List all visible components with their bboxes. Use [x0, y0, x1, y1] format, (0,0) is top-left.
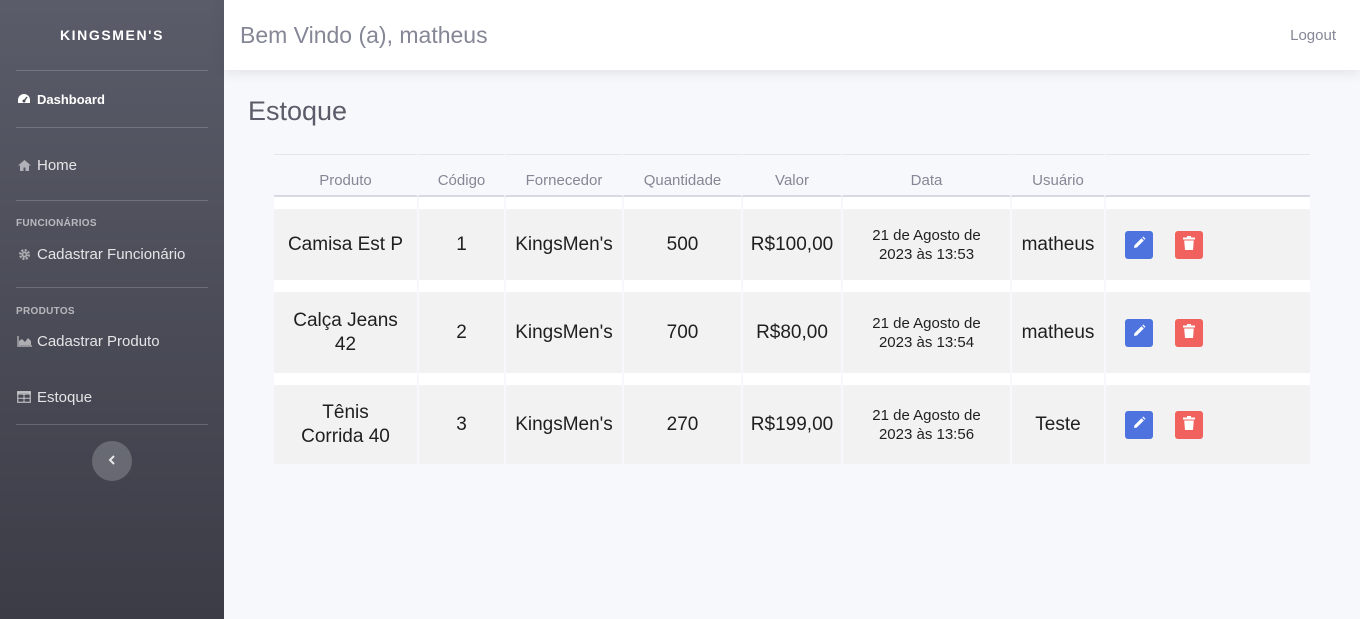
pencil-icon	[1132, 321, 1146, 345]
sidebar-heading-funcionarios: FUNCIONÁRIOS	[16, 218, 97, 229]
cell-fornecedor: KingsMen's	[504, 385, 622, 464]
cell-actions	[1104, 209, 1310, 280]
sidebar-item-home[interactable]: Home	[0, 128, 224, 200]
delete-button[interactable]	[1175, 410, 1203, 439]
sidebar-item-label: Cadastrar Produto	[37, 332, 160, 350]
sidebar-item-label: Dashboard	[37, 91, 105, 107]
table-row: Camisa Est P 1 KingsMen's 500 R$100,00 2…	[274, 209, 1310, 280]
cell-data: 21 de Agosto de 2023 às 13:54	[841, 292, 1010, 373]
edit-button[interactable]	[1125, 230, 1153, 259]
column-header-quantidade: Quantidade	[622, 154, 741, 197]
cell-valor: R$100,00	[741, 209, 841, 280]
cell-produto: Calça Jeans 42	[274, 292, 417, 373]
table-row: Tênis Corrida 40 3 KingsMen's 270 R$199,…	[274, 385, 1310, 464]
cell-usuario: Teste	[1010, 385, 1104, 464]
trash-icon	[1183, 233, 1195, 257]
sidebar-item-dashboard[interactable]: Dashboard	[0, 71, 224, 127]
cell-produto: Tênis Corrida 40	[274, 385, 417, 464]
cell-quantidade: 270	[622, 385, 741, 464]
sidebar-item-cadastrar-funcionario[interactable]: Cadastrar Funcionário	[0, 231, 224, 277]
column-header-fornecedor: Fornecedor	[504, 154, 622, 197]
page-title: Estoque	[248, 96, 348, 126]
row-spacer	[274, 373, 1310, 385]
welcome-message: Bem Vindo (a), matheus	[240, 21, 488, 48]
sidebar-item-estoque[interactable]: Estoque	[0, 375, 224, 419]
cell-fornecedor: KingsMen's	[504, 209, 622, 280]
table-icon	[16, 390, 32, 404]
cell-codigo: 3	[417, 385, 504, 464]
cell-codigo: 1	[417, 209, 504, 280]
stock-table-container: Produto Código Fornecedor Quantidade Val…	[274, 154, 1310, 464]
cell-actions	[1104, 292, 1310, 373]
cell-actions	[1104, 385, 1310, 464]
edit-button[interactable]	[1125, 410, 1153, 439]
row-spacer	[274, 280, 1310, 292]
logout-link[interactable]: Logout	[1290, 27, 1344, 44]
column-header-usuario: Usuário	[1010, 154, 1104, 197]
row-spacer	[274, 197, 1310, 209]
column-header-codigo: Código	[417, 154, 504, 197]
cell-fornecedor: KingsMen's	[504, 292, 622, 373]
delete-button[interactable]	[1175, 230, 1203, 259]
column-header-data: Data	[841, 154, 1010, 197]
chevron-left-icon	[108, 452, 116, 470]
cell-quantidade: 700	[622, 292, 741, 373]
cell-quantidade: 500	[622, 209, 741, 280]
sidebar-item-label: Estoque	[37, 388, 93, 406]
sidebar-item-label: Cadastrar Funcionário	[37, 245, 186, 263]
column-header-actions	[1104, 154, 1310, 197]
cell-usuario: matheus	[1010, 292, 1104, 373]
column-header-valor: Valor	[741, 154, 841, 197]
home-icon	[16, 158, 32, 172]
sidebar-item-label: Home	[37, 156, 78, 174]
tachometer-icon	[16, 92, 32, 106]
gear-icon	[16, 247, 32, 261]
cell-produto: Camisa Est P	[274, 209, 417, 280]
sidebar: KINGSMEN'S Dashboard Home FUNCIONÁRIOS C…	[0, 0, 224, 619]
cell-codigo: 2	[417, 292, 504, 373]
trash-icon	[1183, 321, 1195, 345]
sidebar-toggle-button[interactable]	[92, 441, 132, 481]
brand-logo[interactable]: KINGSMEN'S	[0, 0, 224, 70]
trash-icon	[1183, 413, 1195, 437]
sidebar-heading-produtos: PRODUTOS	[16, 306, 75, 317]
area-chart-icon	[16, 334, 32, 348]
cell-valor: R$199,00	[741, 385, 841, 464]
table-header-row: Produto Código Fornecedor Quantidade Val…	[274, 154, 1310, 197]
edit-button[interactable]	[1125, 318, 1153, 347]
cell-data: 21 de Agosto de 2023 às 13:56	[841, 385, 1010, 464]
pencil-icon	[1132, 233, 1146, 257]
topbar: Bem Vindo (a), matheus Logout	[224, 0, 1360, 70]
pencil-icon	[1132, 413, 1146, 437]
cell-usuario: matheus	[1010, 209, 1104, 280]
column-header-produto: Produto	[274, 154, 417, 197]
table-row: Calça Jeans 42 2 KingsMen's 700 R$80,00 …	[274, 292, 1310, 373]
delete-button[interactable]	[1175, 318, 1203, 347]
sidebar-item-cadastrar-produto[interactable]: Cadastrar Produto	[0, 319, 224, 363]
stock-table: Produto Código Fornecedor Quantidade Val…	[274, 154, 1310, 464]
cell-data: 21 de Agosto de 2023 às 13:53	[841, 209, 1010, 280]
cell-valor: R$80,00	[741, 292, 841, 373]
